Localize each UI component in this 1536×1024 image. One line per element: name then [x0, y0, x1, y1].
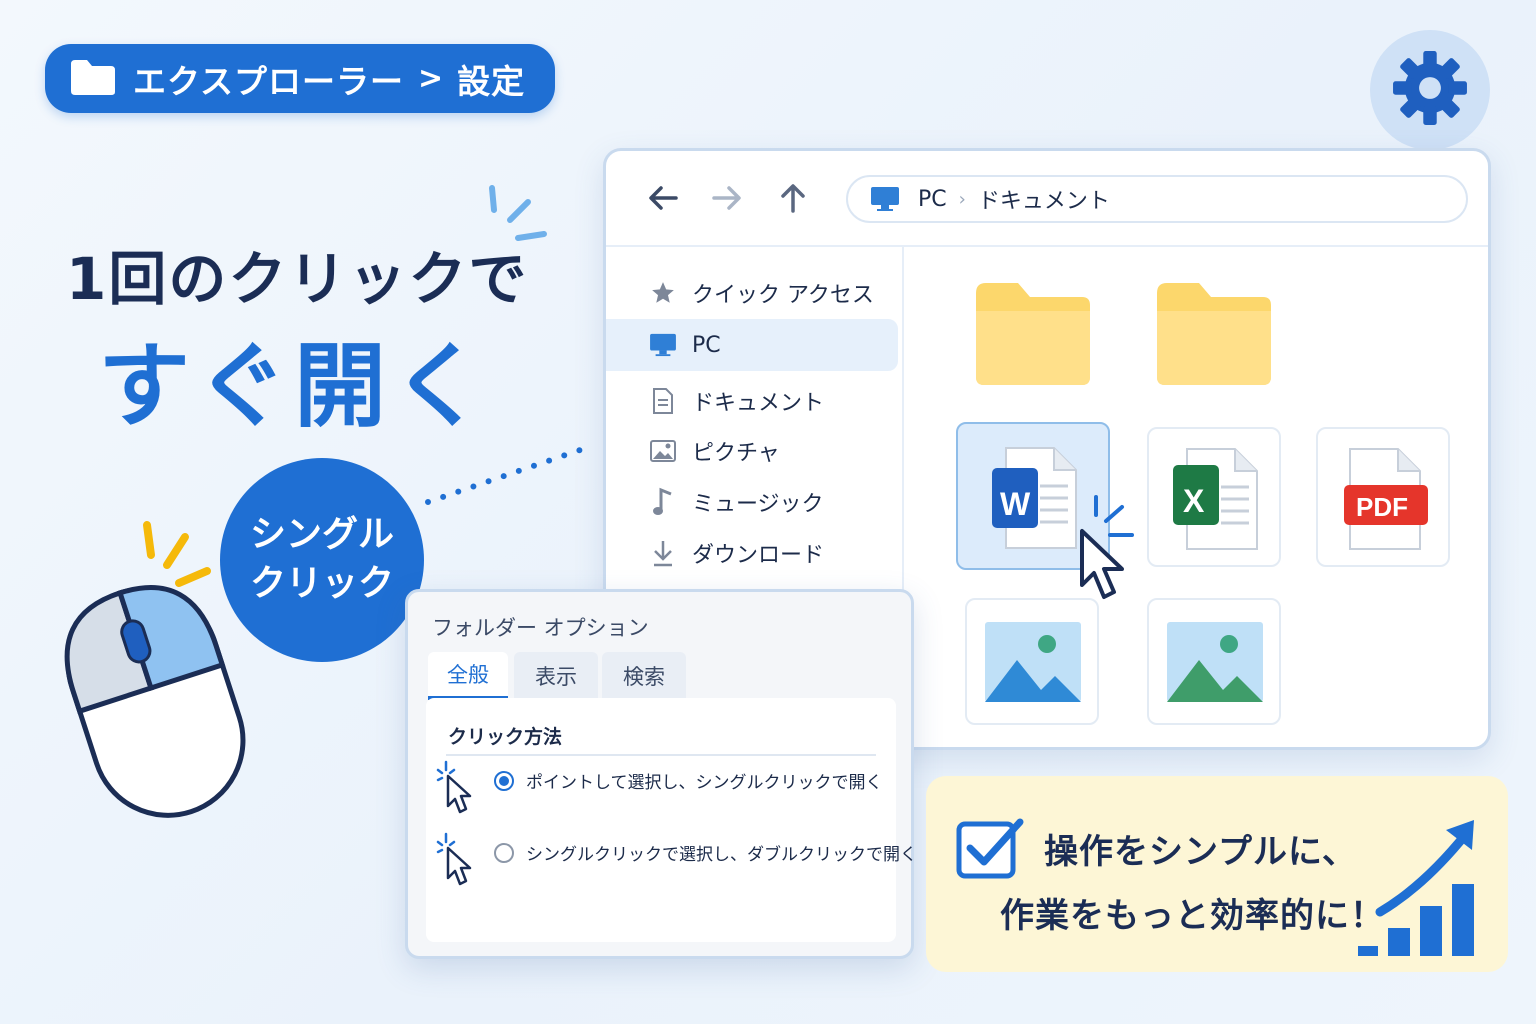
address-root[interactable]: PC: [918, 187, 947, 212]
explorer-toolbar: PC › ドキュメント: [606, 151, 1488, 247]
single-click-bubble: シングル クリック: [220, 458, 424, 662]
bubble-line2: クリック: [249, 563, 394, 604]
section-divider: [446, 754, 876, 756]
monitor-icon: [871, 187, 899, 211]
growth-chart-icon: [1358, 820, 1474, 956]
picture-icon: [648, 440, 678, 462]
excel-file-tile[interactable]: X: [1147, 427, 1281, 567]
tab-search[interactable]: 検索: [602, 652, 686, 700]
sidebar-item-label: ピクチャ: [692, 441, 780, 466]
tab-view[interactable]: 表示: [514, 652, 598, 700]
radio-single-click[interactable]: [494, 770, 514, 791]
click-cursor-icon: [436, 832, 472, 886]
folder-icon: [1157, 283, 1271, 385]
folder-item[interactable]: [974, 281, 1092, 391]
folder-icon: [976, 283, 1090, 385]
radio-double-click[interactable]: [494, 842, 514, 863]
document-icon: [648, 387, 678, 415]
headline-line2: すぐ開く: [98, 333, 491, 440]
sidebar-item-label: ミュージック: [692, 492, 824, 517]
section-heading: クリック方法: [448, 726, 563, 748]
dotted-connector: [425, 447, 583, 505]
download-icon: [648, 539, 678, 567]
sidebar-item-label: PC: [692, 332, 721, 358]
sidebar-item-music[interactable]: ミュージック: [606, 476, 898, 528]
option-single-click[interactable]: ポイントして選択し、シングルクリックで開く: [436, 760, 883, 814]
headline-line1: 1回のクリックで: [66, 245, 529, 313]
breadcrumb-page: 設定: [457, 61, 526, 101]
pdf-file-tile[interactable]: PDF: [1316, 427, 1450, 567]
checkbox-checked-icon: [956, 818, 1024, 879]
sidebar-item-documents[interactable]: ドキュメント: [606, 375, 898, 427]
music-note-icon: [648, 487, 678, 517]
star-icon: [648, 280, 678, 306]
back-button[interactable]: [646, 181, 680, 224]
click-cursor-icon: [436, 760, 472, 814]
tab-general[interactable]: 全般: [428, 652, 508, 700]
cursor-icon: [1080, 495, 1134, 599]
up-button[interactable]: [776, 181, 810, 224]
folder-options-dialog: フォルダー オプション 全般 表示 検索 クリック方法 ポイントして選択し、シン…: [405, 589, 917, 959]
option-double-click[interactable]: シングルクリックで選択し、ダブルクリックで開く: [436, 832, 917, 886]
arrow-left-icon: [649, 186, 678, 210]
option-label: シングルクリックで選択し、ダブルクリックで開く: [526, 845, 917, 865]
address-folder[interactable]: ドキュメント: [978, 183, 1110, 215]
chevron-right-icon: ›: [958, 188, 966, 210]
sparkle-icon: [489, 185, 547, 241]
folder-icon: [69, 58, 117, 100]
sidebar-item-label: クイック アクセス: [692, 283, 874, 308]
image-file-tile[interactable]: [965, 598, 1099, 725]
sidebar-item-pc[interactable]: PC: [606, 319, 898, 371]
breadcrumb: エクスプローラー > 設定: [45, 44, 555, 113]
image-file-icon: [1167, 622, 1263, 702]
folder-item[interactable]: [1155, 281, 1273, 391]
excel-letter: X: [1183, 483, 1205, 519]
bubble-line1: シングル: [249, 514, 394, 556]
address-bar[interactable]: PC › ドキュメント: [846, 175, 1468, 223]
sidebar-item-quick-access[interactable]: クイック アクセス: [606, 267, 898, 319]
callout-line2: 作業をもっと効率的に！: [1000, 896, 1385, 936]
efficiency-callout: 操作をシンプルに、 作業をもっと効率的に！: [926, 776, 1508, 972]
settings-button[interactable]: [1370, 30, 1490, 150]
dialog-title: フォルダー オプション: [432, 616, 649, 640]
sidebar-item-downloads[interactable]: ダウンロード: [606, 527, 898, 579]
arrow-up-icon: [781, 184, 805, 213]
sidebar-item-label: ドキュメント: [692, 391, 825, 416]
callout-line1: 操作をシンプルに、: [1044, 832, 1357, 872]
pdf-label: PDF: [1356, 492, 1408, 522]
image-file-tile[interactable]: [1147, 598, 1281, 725]
option-label: ポイントして選択し、シングルクリックで開く: [526, 773, 883, 793]
forward-button[interactable]: [710, 181, 744, 224]
sidebar-item-pictures[interactable]: ピクチャ: [606, 425, 898, 477]
word-letter: W: [1000, 486, 1031, 522]
monitor-icon: [648, 333, 678, 357]
breadcrumb-separator: >: [418, 61, 444, 96]
breadcrumb-app: エクスプローラー: [133, 61, 405, 101]
sidebar-item-label: ダウンロード: [692, 543, 825, 568]
arrow-right-icon: [712, 186, 741, 210]
image-file-icon: [985, 622, 1081, 702]
gear-icon: [1388, 46, 1472, 134]
tab-panel-general: クリック方法 ポイントして選択し、シングルクリックで開く シングルクリックで選択…: [426, 698, 917, 942]
